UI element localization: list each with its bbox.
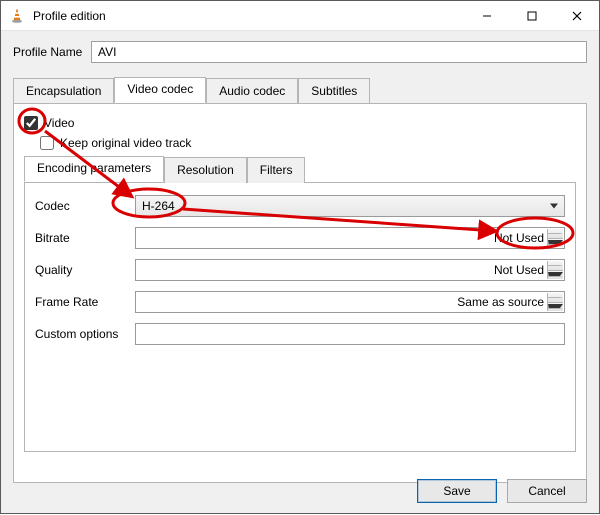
inner-tabstrip: Encoding parameters Resolution Filters	[24, 156, 576, 182]
close-button[interactable]	[554, 1, 599, 30]
frame-rate-spin[interactable]: Same as source	[135, 291, 565, 313]
bitrate-step-up[interactable]	[547, 229, 563, 239]
bitrate-step-down[interactable]	[547, 239, 563, 248]
frame-rate-value: Same as source	[457, 295, 544, 309]
profile-name-label: Profile Name	[13, 45, 91, 59]
profile-name-input[interactable]	[91, 41, 587, 63]
inner-tabs: Encoding parameters Resolution Filters C…	[24, 156, 576, 452]
frame-rate-label: Frame Rate	[35, 295, 135, 309]
bitrate-value: Not Used	[494, 231, 544, 245]
quality-spin[interactable]: Not Used	[135, 259, 565, 281]
frame-rate-step-down[interactable]	[547, 303, 563, 312]
save-button[interactable]: Save	[417, 479, 497, 503]
custom-options-label: Custom options	[35, 327, 135, 341]
keep-original-checkbox[interactable]	[40, 136, 54, 150]
arrow-down-icon	[548, 272, 563, 277]
custom-options-input[interactable]	[135, 323, 565, 345]
dialog-footer: Save Cancel	[417, 479, 587, 503]
frame-rate-row: Frame Rate Same as source	[35, 291, 565, 313]
codec-combo[interactable]: H-264	[135, 195, 565, 217]
bitrate-label: Bitrate	[35, 231, 135, 245]
bitrate-spin[interactable]: Not Used	[135, 227, 565, 249]
video-checkbox[interactable]	[24, 116, 38, 130]
outer-tabs: Encapsulation Video codec Audio codec Su…	[13, 77, 587, 483]
quality-spin-buttons[interactable]	[547, 261, 563, 279]
quality-value: Not Used	[494, 263, 544, 277]
outer-tabstrip: Encapsulation Video codec Audio codec Su…	[13, 77, 587, 103]
tab-video-codec[interactable]: Video codec	[114, 77, 206, 103]
tab-resolution[interactable]: Resolution	[164, 157, 247, 183]
minimize-button[interactable]	[464, 1, 509, 30]
quality-row: Quality Not Used	[35, 259, 565, 281]
window-title: Profile edition	[33, 9, 464, 23]
video-checkbox-row: Video	[24, 116, 576, 130]
bitrate-row: Bitrate Not Used	[35, 227, 565, 249]
maximize-button[interactable]	[509, 1, 554, 30]
custom-options-row: Custom options	[35, 323, 565, 345]
cancel-button[interactable]: Cancel	[507, 479, 587, 503]
tab-audio-codec[interactable]: Audio codec	[206, 78, 298, 104]
arrow-down-icon	[548, 304, 563, 309]
video-codec-page: Video Keep original video track Encoding…	[13, 103, 587, 483]
encoding-parameters-page: Codec H-264 Bitrate Not Used	[24, 182, 576, 452]
tab-encapsulation[interactable]: Encapsulation	[13, 78, 114, 104]
tab-subtitles[interactable]: Subtitles	[298, 78, 370, 104]
profile-name-row: Profile Name	[1, 31, 599, 69]
arrow-up-icon	[548, 297, 563, 298]
tab-filters[interactable]: Filters	[247, 157, 306, 183]
maximize-icon	[527, 11, 537, 21]
vlc-cone-icon	[9, 8, 25, 24]
bitrate-spin-buttons[interactable]	[547, 229, 563, 247]
titlebar: Profile edition	[1, 1, 599, 31]
video-checkbox-label: Video	[44, 116, 74, 130]
chevron-down-icon	[550, 204, 558, 209]
window-controls	[464, 1, 599, 30]
arrow-up-icon	[548, 233, 563, 234]
arrow-down-icon	[548, 240, 563, 245]
quality-step-down[interactable]	[547, 271, 563, 280]
arrow-up-icon	[548, 265, 563, 266]
quality-step-up[interactable]	[547, 261, 563, 271]
frame-rate-step-up[interactable]	[547, 293, 563, 303]
keep-original-label: Keep original video track	[60, 136, 191, 150]
minimize-icon	[482, 11, 492, 21]
codec-row: Codec H-264	[35, 195, 565, 217]
quality-label: Quality	[35, 263, 135, 277]
close-icon	[572, 11, 582, 21]
keep-original-row: Keep original video track	[40, 136, 576, 150]
codec-label: Codec	[35, 199, 135, 213]
frame-rate-spin-buttons[interactable]	[547, 293, 563, 311]
codec-value: H-264	[142, 199, 175, 213]
profile-edition-window: Profile edition Profile Name Encapsulati…	[0, 0, 600, 514]
tab-encoding-parameters[interactable]: Encoding parameters	[24, 156, 164, 182]
